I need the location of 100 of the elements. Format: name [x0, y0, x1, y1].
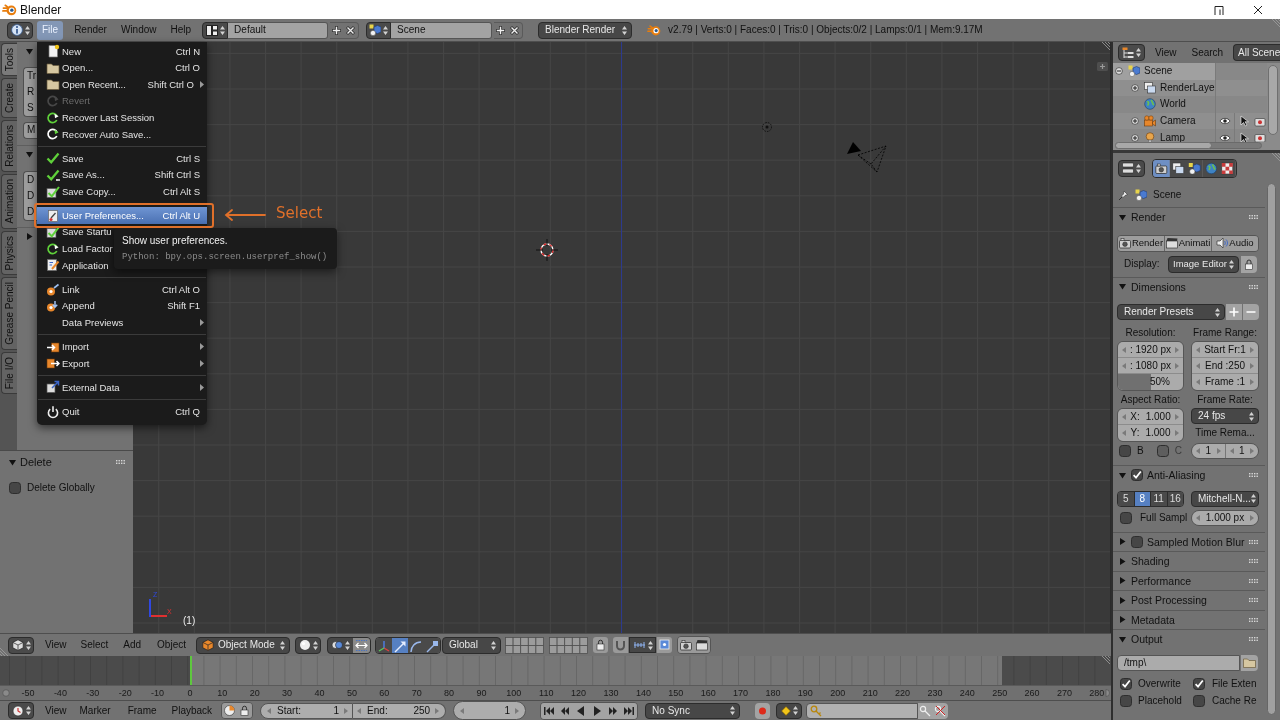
sync-dropdown[interactable]: No Sync: [645, 702, 741, 719]
target-icon[interactable]: [657, 637, 672, 653]
scrollbar[interactable]: [1267, 183, 1276, 715]
number-field[interactable]: Y: 1.000: [1118, 425, 1183, 441]
checkbox[interactable]: [1131, 535, 1143, 548]
menu-button[interactable]: Add: [120, 636, 145, 654]
menubar-item[interactable]: Render: [71, 20, 110, 40]
menu-item[interactable]: Recover Last Session: [37, 109, 157, 126]
shapes-icon[interactable]: [1186, 159, 1203, 177]
skip-to-end-icon[interactable]: [621, 702, 638, 719]
number-field[interactable]: Frame :1: [1192, 374, 1258, 390]
tool-button[interactable]: D: [23, 187, 37, 205]
menu-item[interactable]: Recover Auto Save...: [37, 125, 154, 143]
current-frame-field[interactable]: 1: [453, 701, 527, 720]
number-field[interactable]: End :250: [1192, 358, 1258, 374]
checkbox[interactable]: [1193, 677, 1205, 690]
cursor-icon[interactable]: [1239, 115, 1249, 128]
checkbox[interactable]: [9, 482, 21, 494]
presets-dropdown[interactable]: Render Presets: [1117, 304, 1225, 320]
checkbox[interactable]: [1120, 677, 1132, 690]
menu-item[interactable]: Export: [37, 355, 207, 372]
close-icon[interactable]: [1253, 4, 1263, 15]
menu-button[interactable]: Marker: [76, 702, 114, 719]
render-action-button[interactable]: Render: [1118, 235, 1164, 251]
start-frame-field[interactable]: Start: 1: [260, 702, 354, 719]
tree-item[interactable]: Scene: [1113, 63, 1215, 80]
lock-icon[interactable]: [1241, 255, 1257, 273]
number-field[interactable]: Start Fr:1: [1192, 342, 1258, 358]
render-action-button[interactable]: Animati: [1164, 235, 1211, 251]
checkbox[interactable]: [1193, 694, 1205, 707]
tool-button[interactable]: Tr: [23, 67, 37, 84]
sample-toggle[interactable]: 16: [1166, 491, 1183, 506]
layer-grid-icon[interactable]: [549, 636, 588, 654]
magnet-icon[interactable]: [613, 637, 628, 653]
path-field[interactable]: /tmp\: [1117, 654, 1240, 671]
camera-icon[interactable]: [1254, 115, 1266, 127]
keying-set-dropdown[interactable]: [776, 702, 803, 719]
layout-name-field[interactable]: Default: [228, 21, 329, 39]
menu-item[interactable]: New Ctrl N: [37, 43, 207, 60]
menu-button[interactable]: Search: [1188, 44, 1227, 61]
menu-item[interactable]: Append Shift F1: [37, 297, 207, 315]
menu-button[interactable]: View: [42, 702, 70, 719]
scrollbar[interactable]: [1268, 65, 1278, 135]
axes-icon[interactable]: [376, 637, 392, 653]
filter-type-dropdown[interactable]: Mitchell-N...: [1191, 490, 1259, 507]
key-delete-icon[interactable]: [933, 702, 949, 719]
sample-toggle[interactable]: 11: [1150, 491, 1167, 506]
menu-button[interactable]: View: [1152, 44, 1180, 61]
menu-item[interactable]: Open Recent... Shift Ctrl O: [37, 76, 207, 93]
scene-name-field[interactable]: Scene: [391, 21, 493, 39]
menu-item[interactable]: User Preferences... Ctrl Alt U: [37, 207, 207, 224]
minus-icon[interactable]: [1243, 304, 1259, 320]
render-action-button[interactable]: Audio: [1211, 235, 1258, 251]
editor-type-button[interactable]: [8, 636, 34, 654]
snap-element-dropdown[interactable]: [629, 637, 656, 653]
engine-dropdown[interactable]: Blender Render: [538, 21, 633, 39]
checkerboard-icon[interactable]: [1219, 159, 1236, 177]
lock-icon[interactable]: [237, 703, 253, 718]
layout-selector[interactable]: [202, 21, 229, 39]
plus-icon[interactable]: [495, 24, 507, 36]
menu-button[interactable]: Select: [77, 636, 112, 654]
menu-item[interactable]: Data Previews: [37, 314, 207, 331]
menu-item[interactable]: Save Ctrl S: [37, 150, 207, 167]
side-tab[interactable]: Tools: [1, 43, 17, 77]
tool-button[interactable]: S: [23, 100, 37, 118]
pie-icon[interactable]: [222, 703, 238, 718]
eye-icon[interactable]: [1219, 132, 1231, 142]
editor-type-button[interactable]: [1118, 159, 1145, 177]
menu-item[interactable]: Save Copy... Ctrl Alt S: [37, 183, 207, 200]
menubar-item[interactable]: Window: [117, 20, 160, 40]
clapperboard-icon[interactable]: [694, 637, 710, 653]
menu-item[interactable]: External Data: [37, 379, 207, 396]
camera-icon[interactable]: [1254, 132, 1266, 142]
layer-grid-icon[interactable]: [505, 636, 544, 654]
menu-button[interactable]: Playback: [168, 702, 216, 719]
checkbox[interactable]: [1120, 694, 1132, 707]
menu-item[interactable]: Link Ctrl Alt O: [37, 281, 207, 298]
tool-button[interactable]: M: [23, 122, 37, 139]
plus-icon[interactable]: [331, 24, 343, 36]
lock-icon[interactable]: [593, 637, 608, 653]
menu-item[interactable]: Application: [37, 257, 111, 274]
eye-icon[interactable]: [1219, 116, 1231, 127]
restore-icon[interactable]: [1214, 4, 1224, 15]
frame-rate-dropdown[interactable]: 24 fps: [1191, 408, 1259, 424]
cursor-icon[interactable]: [1239, 131, 1249, 142]
menu-item[interactable]: Open... Ctrl O: [37, 59, 207, 77]
folder-icon[interactable]: [1241, 654, 1258, 671]
shading-dropdown[interactable]: [295, 636, 321, 654]
keying-set-field[interactable]: [806, 702, 919, 719]
scene-selector[interactable]: [366, 21, 392, 39]
number-field[interactable]: : 1920 px: [1118, 342, 1183, 358]
menu-item[interactable]: Import: [37, 338, 207, 356]
menu-item[interactable]: Load Factor: [37, 240, 115, 258]
sample-toggle[interactable]: 5: [1118, 491, 1134, 506]
menu-item[interactable]: Quit Ctrl Q: [37, 403, 207, 420]
scrollbar[interactable]: [1115, 142, 1262, 149]
checkbox[interactable]: [1120, 511, 1132, 524]
filter-dropdown[interactable]: All Scene: [1233, 44, 1280, 61]
orientation-dropdown[interactable]: Global: [442, 636, 501, 654]
percentage-slider[interactable]: 50%: [1118, 374, 1183, 390]
